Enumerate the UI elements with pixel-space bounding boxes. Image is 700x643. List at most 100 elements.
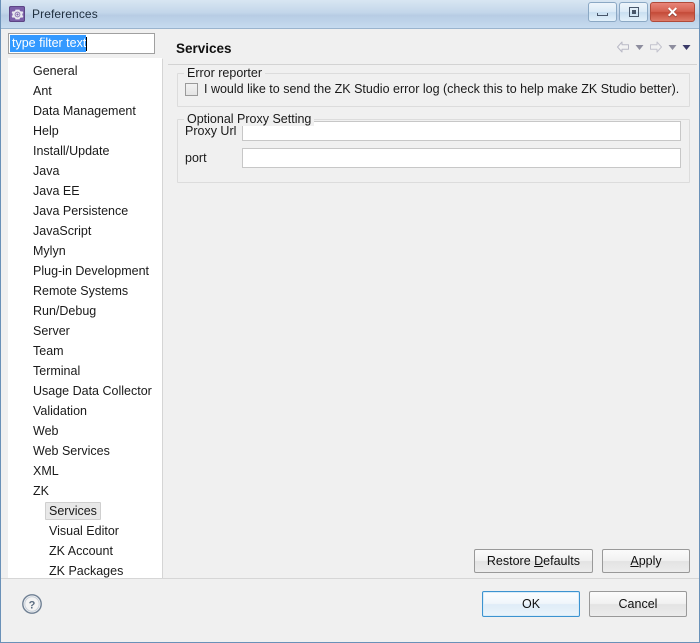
proxy-port-input[interactable] — [242, 148, 681, 168]
optional-proxy-setting-group: Optional Proxy Setting Proxy Url port — [177, 112, 690, 183]
tree-item[interactable]: Visual Editor — [9, 521, 162, 541]
forward-history-chevron-down-icon[interactable] — [668, 44, 677, 51]
dialog-footer-buttons: OK Cancel — [482, 591, 687, 617]
tree-item[interactable]: Install/Update — [9, 141, 162, 161]
restore-defaults-label: Restore Defaults — [486, 554, 580, 568]
filter-input[interactable]: type filter text — [8, 33, 155, 54]
tree-item[interactable]: JavaScript — [9, 221, 162, 241]
tree-item-label: Java Persistence — [33, 204, 129, 218]
restore-defaults-button[interactable]: Restore Defaults — [473, 549, 593, 573]
tree-item-label: Install/Update — [33, 144, 110, 158]
close-icon: ✕ — [666, 4, 679, 20]
cancel-button[interactable]: Cancel — [589, 591, 687, 617]
tree-item-label: Web — [33, 424, 59, 438]
ok-button[interactable]: OK — [482, 591, 580, 617]
tree-item[interactable]: Java — [9, 161, 162, 181]
error-reporter-group: Error reporter I would like to send the … — [177, 66, 690, 107]
tree-item-label: Web Services — [33, 444, 110, 458]
tree-item[interactable]: Plug-in Development — [9, 261, 162, 281]
tree-item-label: Team — [33, 344, 64, 358]
back-history-chevron-down-icon[interactable] — [635, 44, 644, 51]
page-header: Services — [168, 33, 697, 65]
minimize-button[interactable] — [588, 2, 617, 22]
tree-item[interactable]: Terminal — [9, 361, 162, 381]
proxy-port-row: port — [178, 147, 689, 169]
tree-item[interactable]: Run/Debug — [9, 301, 162, 321]
dialog-body: type filter text General Ant Data Manageme… — [1, 30, 699, 642]
optional-proxy-setting-group-title: Optional Proxy Setting — [184, 112, 315, 126]
send-error-log-checkbox[interactable] — [185, 82, 198, 96]
tree-item-label: JavaScript — [33, 224, 92, 238]
restore-button[interactable] — [619, 2, 648, 22]
tree-item[interactable]: Java EE — [9, 181, 162, 201]
tree-item-label: XML — [33, 464, 59, 478]
tree-item[interactable]: Services — [9, 501, 162, 521]
restore-icon — [628, 7, 639, 17]
tree-item[interactable]: Web Services — [9, 441, 162, 461]
tree-item[interactable]: ZK Account — [9, 541, 162, 561]
close-button[interactable]: ✕ — [650, 2, 695, 22]
proxy-url-label: Proxy Url — [185, 124, 237, 138]
preference-page: Services Error reporter I would like to … — [168, 33, 697, 579]
apply-button[interactable]: Apply — [602, 549, 690, 573]
tree-item[interactable]: XML — [9, 461, 162, 481]
forward-arrow-icon[interactable] — [649, 41, 663, 53]
tree-item-label: Server — [33, 324, 70, 338]
tree-item-label: Visual Editor — [49, 524, 119, 538]
page-action-buttons: Restore Defaults Apply — [473, 549, 690, 573]
tree-item[interactable]: Usage Data Collector — [9, 381, 162, 401]
help-circle-icon[interactable]: ? — [21, 593, 43, 620]
text-caret — [86, 36, 88, 51]
page-title: Services — [176, 41, 232, 56]
tree-item-label: General — [33, 64, 78, 78]
tree-item-label: Data Management — [33, 104, 136, 118]
tree-item-label: Ant — [33, 84, 52, 98]
proxy-port-label: port — [185, 151, 207, 165]
tree-item[interactable]: Help — [9, 121, 162, 141]
tree-item[interactable]: Data Management — [9, 101, 162, 121]
tree-item-label: Mylyn — [33, 244, 66, 258]
view-menu-chevron-down-icon[interactable] — [682, 44, 691, 51]
page-navigation-toolbar — [616, 41, 691, 53]
tree-item[interactable]: Java Persistence — [9, 201, 162, 221]
navigation-pane: type filter text General Ant Data Manageme… — [8, 33, 165, 579]
filter-input-value: type filter text — [10, 35, 87, 52]
window-title: Preferences — [32, 7, 98, 21]
minimize-icon — [597, 13, 608, 16]
preferences-dialog: Preferences ✕ type filter text General An… — [0, 0, 700, 643]
tree-item[interactable]: Team — [9, 341, 162, 361]
tree-item-label: Plug-in Development — [33, 264, 150, 278]
tree-item-label: Validation — [33, 404, 87, 418]
tree-item[interactable]: General — [9, 61, 162, 81]
tree-item-label: Services — [45, 502, 101, 520]
tree-item-label: ZK Account — [49, 544, 113, 558]
tree-item[interactable]: Ant — [9, 81, 162, 101]
tree-item-label: ZK Packages — [49, 564, 124, 578]
tree-item[interactable]: Validation — [9, 401, 162, 421]
preferences-tree[interactable]: General Ant Data Management Help Install/Upd… — [8, 58, 163, 579]
tree-item[interactable]: ZK Packages — [9, 561, 162, 578]
tree-item[interactable]: Mylyn — [9, 241, 162, 261]
window-controls: ✕ — [588, 2, 695, 22]
tree-item-label: Remote Systems — [33, 284, 129, 298]
tree-item-label: ZK — [33, 484, 49, 498]
tree-item-label: Help — [33, 124, 59, 138]
cancel-label: Cancel — [618, 597, 658, 611]
ok-label: OK — [521, 597, 541, 611]
tree-item-label: Usage Data Collector — [33, 384, 152, 398]
tree-item-label: Terminal — [33, 364, 81, 378]
tree-item-label: Java EE — [33, 184, 80, 198]
svg-text:?: ? — [29, 599, 36, 611]
apply-label: Apply — [630, 554, 662, 568]
send-error-log-label: I would like to send the ZK Studio error… — [204, 82, 680, 96]
tree-item[interactable]: Server — [9, 321, 162, 341]
error-reporter-group-title: Error reporter — [184, 66, 266, 80]
tree-item[interactable]: Web — [9, 421, 162, 441]
title-bar: Preferences ✕ — [1, 0, 699, 29]
tree-item-label: Java — [33, 164, 60, 178]
tree-item[interactable]: Remote Systems — [9, 281, 162, 301]
tree-item-label: Run/Debug — [33, 304, 97, 318]
dialog-footer: ? OK Cancel — [1, 578, 699, 642]
back-arrow-icon[interactable] — [616, 41, 630, 53]
tree-item[interactable]: ZK — [9, 481, 162, 501]
